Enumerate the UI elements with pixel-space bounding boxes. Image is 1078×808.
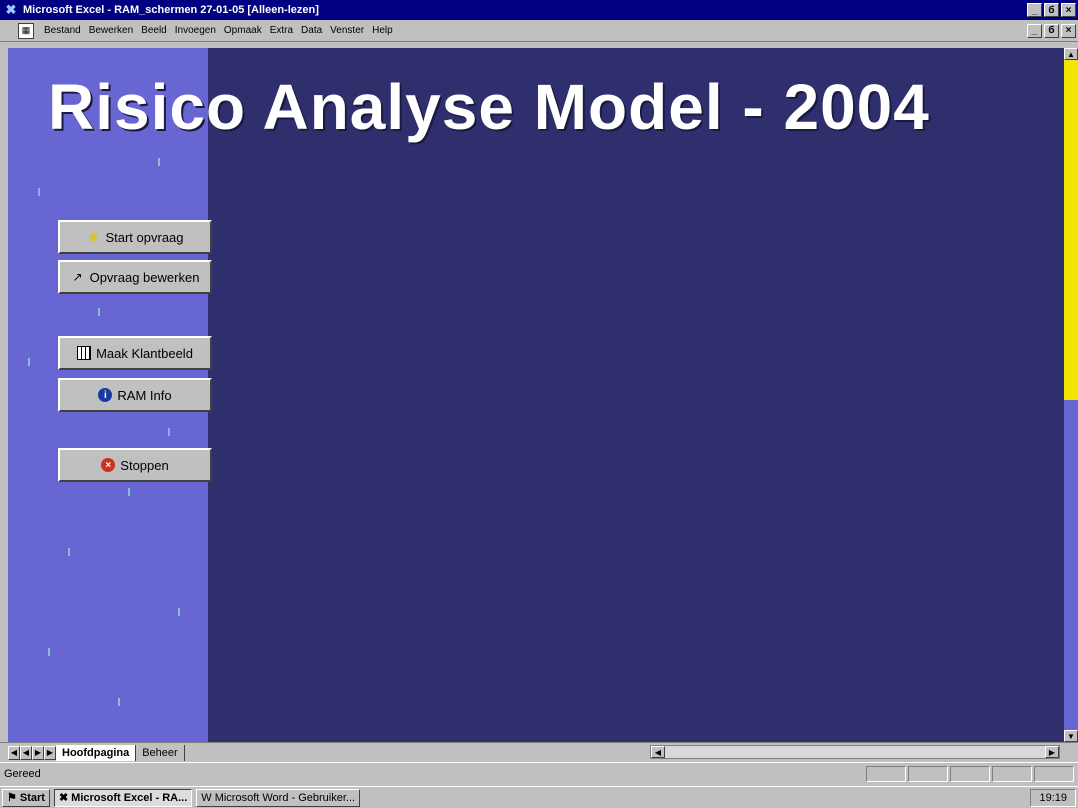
status-text: Gereed bbox=[4, 767, 41, 780]
window-title: Microsoft Excel - RAM_schermen 27-01-05 … bbox=[23, 4, 319, 16]
menu-help[interactable]: Help bbox=[368, 25, 397, 36]
menu-bestand[interactable]: Bestand bbox=[40, 25, 85, 36]
start-opvraag-button[interactable]: ❀ Start opvraag bbox=[58, 220, 212, 254]
next-sheet-button[interactable]: ▶ bbox=[32, 745, 44, 760]
stop-icon: × bbox=[101, 458, 116, 472]
pick-icon: ↗ bbox=[72, 270, 83, 284]
button-label: RAM Info bbox=[117, 387, 172, 403]
decor-mark bbox=[38, 188, 40, 196]
start-button[interactable]: ⚑ Start bbox=[2, 788, 50, 807]
document-controls: _ б × bbox=[1027, 23, 1076, 38]
table-icon bbox=[77, 346, 92, 360]
scroll-down-button[interactable]: ▼ bbox=[1064, 730, 1078, 742]
page-title: Risico Analyse Model - 2004 bbox=[48, 71, 930, 143]
sheet-tab-bar: ◀ ◀ ▶ ▶ Hoofdpagina Beheer ◀ ▶ bbox=[0, 742, 1078, 762]
prev-sheet-button[interactable]: ◀ bbox=[20, 745, 32, 760]
lightbulb-icon: ❀ bbox=[88, 230, 99, 244]
decor-mark bbox=[158, 158, 160, 166]
status-bar: Gereed bbox=[0, 762, 1078, 784]
opvraag-bewerken-button[interactable]: ↗ Opvraag bewerken bbox=[58, 260, 212, 294]
status-cell bbox=[866, 766, 906, 782]
decor-mark bbox=[128, 488, 130, 496]
worksheet-area: Risico Analyse Model - 2004 ❀ Start opvr… bbox=[8, 48, 1064, 742]
window-controls: _ б × bbox=[1027, 3, 1076, 17]
document-icon[interactable]: ▦ bbox=[18, 22, 34, 39]
status-cell bbox=[992, 766, 1032, 782]
ram-info-button[interactable]: i RAM Info bbox=[58, 378, 212, 412]
minimize-button[interactable]: _ bbox=[1027, 3, 1042, 17]
horizontal-scrollbar[interactable]: ◀ ▶ bbox=[650, 745, 1060, 759]
doc-minimize-button[interactable]: _ bbox=[1027, 23, 1042, 38]
decor-mark bbox=[68, 548, 70, 556]
button-label: Opvraag bewerken bbox=[89, 269, 200, 285]
scroll-up-button[interactable]: ▲ bbox=[1064, 48, 1078, 60]
status-cells bbox=[866, 766, 1074, 782]
close-button[interactable]: × bbox=[1061, 3, 1076, 17]
maak-klantbeeld-button[interactable]: Maak Klantbeeld bbox=[58, 336, 212, 370]
tab-navigation: ◀ ◀ ▶ ▶ bbox=[8, 745, 56, 760]
decor-mark bbox=[28, 358, 30, 366]
taskbar-label: Microsoft Excel - RA... bbox=[71, 791, 188, 804]
excel-icon: ✖ bbox=[5, 2, 17, 17]
taskbar-label: Microsoft Word - Gebruiker... bbox=[214, 791, 356, 804]
menu-opmaak[interactable]: Opmaak bbox=[220, 25, 266, 36]
start-label: Start bbox=[19, 791, 45, 804]
taskbar-excel[interactable]: ✖ Microsoft Excel - RA... bbox=[53, 788, 193, 807]
menu-beeld[interactable]: Beeld bbox=[137, 25, 171, 36]
button-label: Start opvraag bbox=[105, 229, 184, 245]
first-sheet-button[interactable]: ◀ bbox=[8, 745, 20, 760]
scroll-thumb[interactable] bbox=[1064, 60, 1078, 400]
menu-venster[interactable]: Venster bbox=[326, 25, 368, 36]
word-icon: W bbox=[201, 791, 212, 804]
window-titlebar: ✖ Microsoft Excel - RAM_schermen 27-01-0… bbox=[0, 0, 1078, 20]
clock: 19:19 bbox=[1030, 788, 1076, 807]
taskbar: ⚑ Start ✖ Microsoft Excel - RA... W Micr… bbox=[0, 786, 1078, 808]
maximize-button[interactable]: б bbox=[1044, 3, 1059, 17]
stoppen-button[interactable]: × Stoppen bbox=[58, 448, 212, 482]
tab-beheer[interactable]: Beheer bbox=[136, 744, 185, 761]
menu-bar: ▦ Bestand Bewerken Beeld Invoegen Opmaak… bbox=[0, 20, 1078, 42]
doc-close-button[interactable]: × bbox=[1061, 23, 1076, 38]
tab-hoofdpagina[interactable]: Hoofdpagina bbox=[56, 744, 137, 761]
menu-data[interactable]: Data bbox=[297, 25, 326, 36]
doc-restore-button[interactable]: б bbox=[1044, 23, 1059, 38]
vertical-scrollbar[interactable]: ▲ ▼ bbox=[1064, 48, 1078, 742]
menu-bewerken[interactable]: Bewerken bbox=[85, 25, 137, 36]
status-cell bbox=[908, 766, 948, 782]
scroll-right-button[interactable]: ▶ bbox=[1045, 746, 1059, 758]
taskbar-word[interactable]: W Microsoft Word - Gebruiker... bbox=[196, 788, 361, 807]
info-icon: i bbox=[98, 388, 113, 402]
button-label: Maak Klantbeeld bbox=[96, 345, 193, 361]
status-cell bbox=[950, 766, 990, 782]
decor-mark bbox=[168, 428, 170, 436]
decor-mark bbox=[118, 698, 120, 706]
scroll-left-button[interactable]: ◀ bbox=[651, 746, 665, 758]
decor-mark bbox=[48, 648, 50, 656]
menu-extra[interactable]: Extra bbox=[266, 25, 297, 36]
windows-logo-icon: ⚑ bbox=[7, 792, 17, 804]
decor-mark bbox=[178, 608, 180, 616]
menu-invoegen[interactable]: Invoegen bbox=[171, 25, 220, 36]
button-label: Stoppen bbox=[120, 457, 169, 473]
last-sheet-button[interactable]: ▶ bbox=[44, 745, 56, 760]
excel-icon: ✖ bbox=[58, 792, 69, 804]
status-cell bbox=[1034, 766, 1074, 782]
decor-mark bbox=[98, 308, 100, 316]
